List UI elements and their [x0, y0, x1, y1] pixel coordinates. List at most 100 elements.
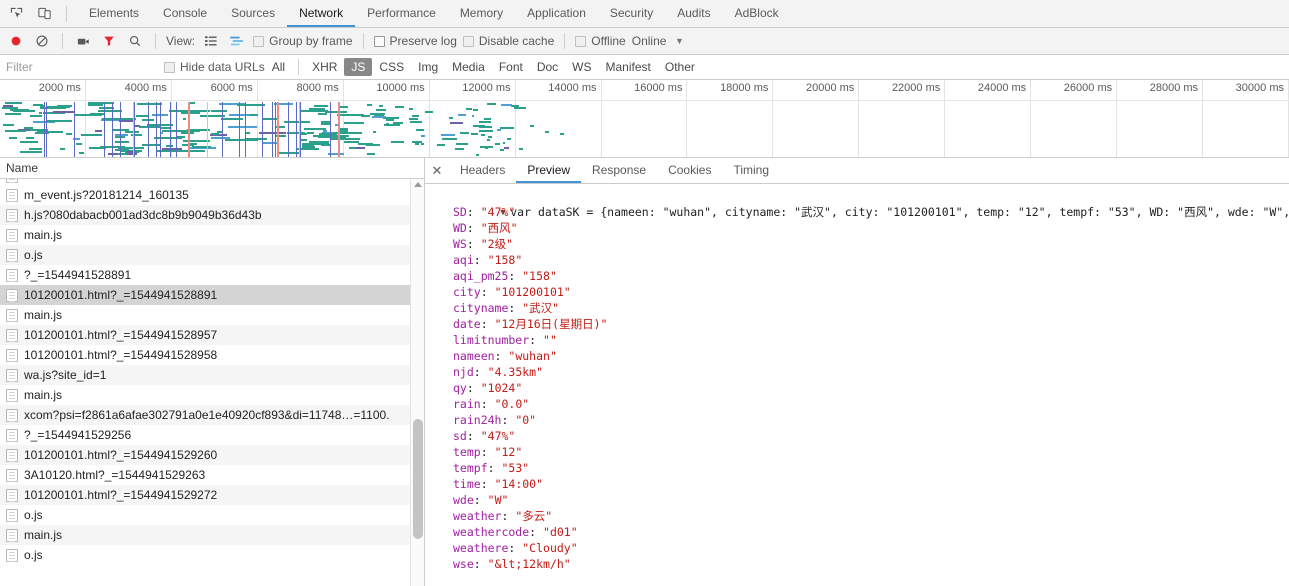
network-overview-timeline[interactable]: 2000 ms4000 ms6000 ms8000 ms10000 ms1200…: [0, 80, 1289, 158]
disable-cache-checkbox[interactable]: Disable cache: [463, 34, 554, 48]
table-row[interactable]: o.js: [0, 245, 424, 265]
filter-chip-all[interactable]: All: [265, 58, 292, 76]
request-list-scrollbar[interactable]: [410, 179, 424, 586]
filter-chip-manifest[interactable]: Manifest: [599, 58, 658, 76]
overview-request-bar: [302, 146, 315, 148]
tab-sources[interactable]: Sources: [219, 0, 287, 27]
overview-request-bar: [471, 133, 478, 135]
record-circle-icon[interactable]: [6, 31, 26, 51]
filter-chip-ws[interactable]: WS: [565, 58, 598, 76]
filter-chip-other[interactable]: Other: [658, 58, 702, 76]
throttling-value[interactable]: Online: [632, 34, 667, 48]
preserve-log-checkbox[interactable]: Preserve log: [374, 34, 457, 48]
group-by-frame-checkbox[interactable]: Group by frame: [253, 34, 352, 48]
offline-checkbox[interactable]: Offline: [575, 34, 625, 48]
preview-property-row[interactable]: weather: "多云": [425, 508, 1289, 524]
tab-performance[interactable]: Performance: [355, 0, 448, 27]
tab-headers[interactable]: Headers: [449, 158, 516, 183]
tab-application[interactable]: Application: [515, 0, 598, 27]
table-row[interactable]: ?_=1544941528891: [0, 265, 424, 285]
table-row[interactable]: 101200101.html?_=1544941528958: [0, 345, 424, 365]
table-row[interactable]: xcom?psi=f2861a6afae302791a0e1e40920cf89…: [0, 405, 424, 425]
table-row[interactable]: 101200101.html?_=1544941529272: [0, 485, 424, 505]
preview-content[interactable]: ▼var dataSK = {nameen: "wuhan", cityname…: [425, 184, 1289, 586]
preview-property-row[interactable]: wde: "W": [425, 492, 1289, 508]
preview-property-row[interactable]: city: "101200101": [425, 284, 1289, 300]
filter-chip-xhr[interactable]: XHR: [305, 58, 344, 76]
table-row[interactable]: o.js: [0, 545, 424, 565]
table-row[interactable]: 101200101.html?_=1544941528891: [0, 285, 424, 305]
tab-preview[interactable]: Preview: [516, 158, 581, 183]
funnel-filter-icon[interactable]: [99, 31, 119, 51]
scroll-up-arrow-icon[interactable]: [414, 182, 422, 187]
tab-adblock[interactable]: AdBlock: [723, 0, 791, 27]
magnifier-search-icon[interactable]: [125, 31, 145, 51]
tab-security[interactable]: Security: [598, 0, 665, 27]
table-row[interactable]: main.js: [0, 525, 424, 545]
overview-request-bar: [476, 154, 479, 156]
preview-property-row[interactable]: wse: "&lt;12km/h": [425, 556, 1289, 572]
chevron-down-icon[interactable]: ▼: [672, 34, 686, 48]
scrollbar-thumb[interactable]: [413, 419, 423, 539]
preview-property-row[interactable]: cityname: "武汉": [425, 300, 1289, 316]
preview-property-row[interactable]: limitnumber: "": [425, 332, 1289, 348]
table-row[interactable]: main.js: [0, 385, 424, 405]
preview-property-row[interactable]: nameen: "wuhan": [425, 348, 1289, 364]
table-row[interactable]: o.js: [0, 505, 424, 525]
filter-chip-css[interactable]: CSS: [372, 58, 411, 76]
overview-request-bar: [318, 113, 327, 115]
preview-property-row[interactable]: WD: "西风": [425, 220, 1289, 236]
preview-property-row[interactable]: time: "14:00": [425, 476, 1289, 492]
device-toolbar-icon[interactable]: [34, 4, 54, 24]
preview-property-row[interactable]: weathere: "Cloudy": [425, 540, 1289, 556]
overview-request-bar: [26, 137, 34, 139]
inspect-element-icon[interactable]: [6, 4, 26, 24]
preview-property-row[interactable]: date: "12月16日(星期日)": [425, 316, 1289, 332]
filter-input[interactable]: [0, 55, 164, 79]
preview-property-row[interactable]: WS: "2级": [425, 236, 1289, 252]
waterfall-view-icon[interactable]: [227, 32, 247, 50]
table-row[interactable]: main.js: [0, 305, 424, 325]
tab-audits[interactable]: Audits: [665, 0, 722, 27]
filter-chip-doc[interactable]: Doc: [530, 58, 565, 76]
tab-memory[interactable]: Memory: [448, 0, 515, 27]
preview-property-row[interactable]: sd: "47%": [425, 428, 1289, 444]
table-row[interactable]: h.js?080dabacb001ad3dc8b9b9049b36d43b: [0, 205, 424, 225]
preview-property-row[interactable]: aqi: "158": [425, 252, 1289, 268]
camera-icon[interactable]: [73, 31, 93, 51]
preview-property-row[interactable]: rain: "0.0": [425, 396, 1289, 412]
table-row[interactable]: 3A10120.html?_=1544941529263: [0, 465, 424, 485]
hide-data-urls-checkbox[interactable]: Hide data URLs: [164, 60, 265, 74]
preview-property-row[interactable]: rain24h: "0": [425, 412, 1289, 428]
table-row[interactable]: ?_=1544941529256: [0, 425, 424, 445]
dom-content-loaded-marker: [288, 102, 289, 157]
request-list[interactable]: m_event.js?20181214_160135h.js?080dabacb…: [0, 179, 424, 586]
filter-chip-font[interactable]: Font: [492, 58, 530, 76]
filter-chip-media[interactable]: Media: [445, 58, 492, 76]
preview-root-line[interactable]: ▼var dataSK = {nameen: "wuhan", cityname…: [425, 188, 1289, 204]
preview-property-row[interactable]: temp: "12": [425, 444, 1289, 460]
preview-property-row[interactable]: qy: "1024": [425, 380, 1289, 396]
preview-property-row[interactable]: tempf: "53": [425, 460, 1289, 476]
table-row[interactable]: 101200101.html?_=1544941528957: [0, 325, 424, 345]
table-row[interactable]: main.js: [0, 225, 424, 245]
tab-elements[interactable]: Elements: [77, 0, 151, 27]
tab-timing[interactable]: Timing: [722, 158, 780, 183]
preview-property-row[interactable]: njd: "4.35km": [425, 364, 1289, 380]
preview-property-row[interactable]: weathercode: "d01": [425, 524, 1289, 540]
table-row[interactable]: m_event.js?20181214_160135: [0, 185, 424, 205]
list-view-icon[interactable]: [201, 32, 221, 50]
tab-console[interactable]: Console: [151, 0, 219, 27]
tab-network[interactable]: Network: [287, 0, 355, 27]
clear-prohibition-icon[interactable]: [32, 31, 52, 51]
preview-property-row[interactable]: aqi_pm25: "158": [425, 268, 1289, 284]
tab-cookies[interactable]: Cookies: [657, 158, 722, 183]
filter-chip-img[interactable]: Img: [411, 58, 445, 76]
filter-chip-js[interactable]: JS: [344, 58, 372, 76]
close-x-icon[interactable]: ✕: [425, 158, 449, 183]
column-header-name[interactable]: Name: [6, 161, 38, 175]
table-row[interactable]: wa.js?site_id=1: [0, 365, 424, 385]
table-row[interactable]: 101200101.html?_=1544941529260: [0, 445, 424, 465]
preview-property-value: "0.0": [495, 397, 530, 411]
tab-response[interactable]: Response: [581, 158, 657, 183]
